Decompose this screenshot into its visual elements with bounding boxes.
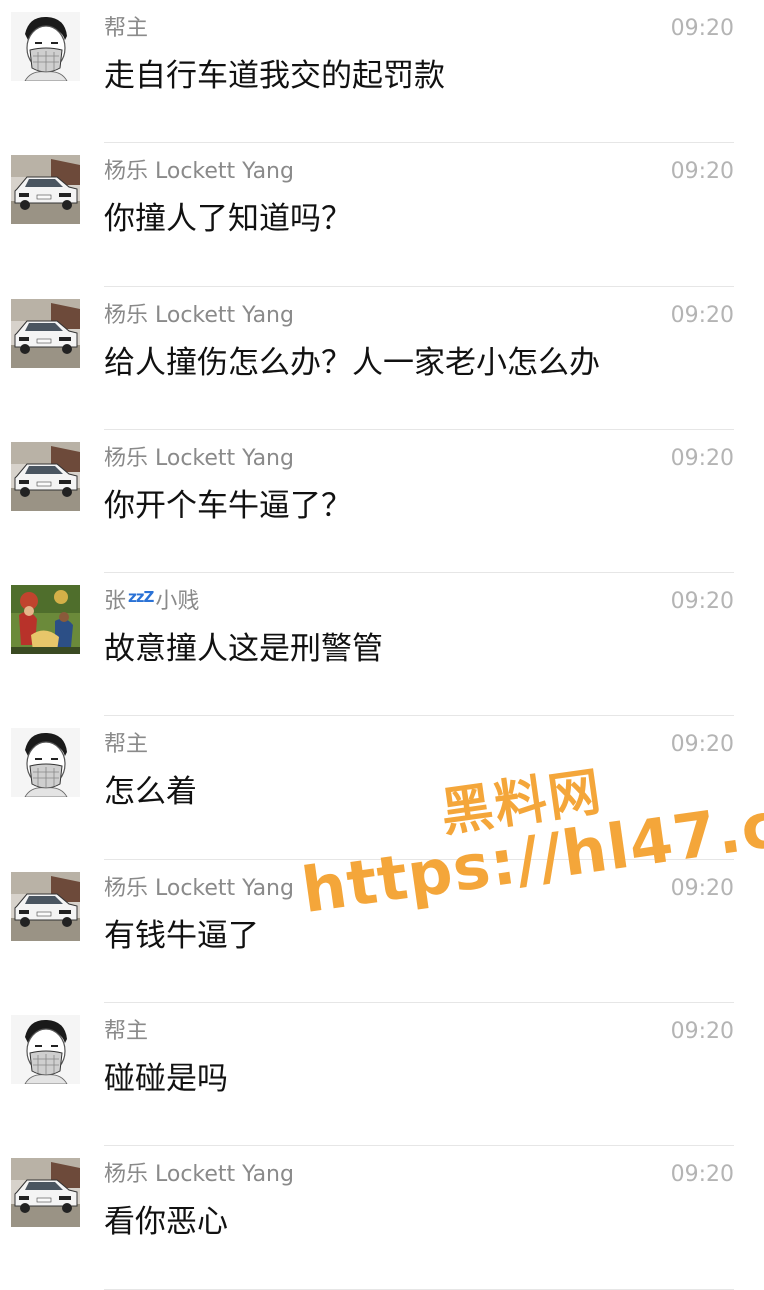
message-time: 09:20 (670, 1019, 734, 1045)
sender-name-text: 杨乐 Lockett Yang (104, 875, 294, 901)
chat-message[interactable]: 帮主 09:20 怎么着 (0, 716, 764, 860)
sender-name[interactable]: 帮主 (104, 14, 148, 44)
sender-name-text: 杨乐 Lockett Yang (104, 1162, 294, 1188)
message-text[interactable]: 有钱牛逼了 (104, 916, 259, 956)
chat-message[interactable]: 杨乐 Lockett Yang 09:20 你开个车牛逼了？ (0, 430, 764, 574)
chat-message[interactable]: 杨乐 Lockett Yang 09:20 有钱牛逼了 (0, 860, 764, 1004)
masked-man-avatar[interactable] (11, 1015, 80, 1085)
sender-name[interactable]: 帮主 (104, 730, 148, 760)
chat-message[interactable]: 张 zzZ小贱 09:20 故意撞人这是刑警管 (0, 573, 764, 717)
message-time: 09:20 (670, 16, 734, 41)
message-text[interactable]: 你撞人了知道吗？ (104, 199, 352, 239)
chat-message[interactable]: 杨乐 Lockett Yang 09:20 你撞人了知道吗？ (0, 143, 764, 287)
sender-name[interactable]: 杨乐 Lockett Yang (104, 444, 294, 474)
car-avatar[interactable] (11, 1158, 80, 1228)
sender-name-suffix: 小贱 (155, 589, 200, 615)
message-time: 09:20 (670, 445, 734, 471)
sender-name[interactable]: 杨乐 Lockett Yang (104, 1160, 294, 1190)
sender-name[interactable]: 张 zzZ小贱 (104, 587, 199, 618)
car-avatar[interactable] (11, 871, 80, 941)
sender-name-text: 帮主 (104, 16, 149, 41)
message-time: 09:20 (670, 589, 734, 615)
car-avatar[interactable] (11, 298, 80, 368)
message-text[interactable]: 看你恶心 (104, 1202, 228, 1242)
car-avatar[interactable] (11, 155, 80, 225)
message-text[interactable]: 走自行车道我交的起罚款 (104, 56, 445, 96)
message-text[interactable]: 你开个车牛逼了？ (104, 486, 352, 526)
message-text[interactable]: 怎么着 (104, 772, 197, 812)
message-time: 09:20 (670, 1162, 734, 1188)
message-text[interactable]: 给人撞伤怎么办？人一家老小怎么办 (104, 343, 600, 383)
chat-message[interactable]: 帮主 09:20 碰碰是吗 (0, 1003, 764, 1147)
sender-name-text: 杨乐 Lockett Yang (104, 159, 294, 185)
sender-name[interactable]: 杨乐 Lockett Yang (104, 874, 294, 904)
chat-message[interactable]: 帮主 09:20 走自行车道我交的起罚款 (0, 0, 764, 144)
masked-man-avatar[interactable] (11, 728, 80, 798)
sender-name-text: 帮主 (104, 732, 149, 758)
message-time: 09:20 (670, 875, 734, 901)
sleep-zzz-icon: zzZ (128, 588, 154, 607)
sender-name-text: 张 (104, 589, 127, 615)
sender-name-text: 杨乐 Lockett Yang (104, 445, 294, 471)
sender-name[interactable]: 杨乐 Lockett Yang (104, 301, 294, 331)
message-text[interactable]: 碰碰是吗 (104, 1059, 228, 1099)
sender-name-text: 杨乐 Lockett Yang (104, 302, 294, 328)
masked-man-avatar[interactable] (11, 12, 80, 81)
message-time: 09:20 (670, 159, 734, 185)
message-time: 09:20 (670, 302, 734, 328)
sender-name-text: 帮主 (104, 1019, 149, 1045)
car-avatar[interactable] (11, 441, 80, 511)
message-text[interactable]: 故意撞人这是刑警管 (104, 629, 383, 669)
sender-name[interactable]: 杨乐 Lockett Yang (104, 157, 294, 187)
chat-message-list: 帮主 09:20 走自行车道我交的起罚款杨乐 Lockett Yang 09:20 你撞… (0, 0, 764, 1290)
painting-avatar[interactable] (11, 585, 80, 655)
sender-name[interactable]: 帮主 (104, 1017, 148, 1047)
chat-message[interactable]: 杨乐 Lockett Yang 09:20 给人撞伤怎么办？人一家老小怎么办 (0, 287, 764, 430)
message-time: 09:20 (670, 732, 734, 758)
chat-message[interactable]: 杨乐 Lockett Yang 09:20 看你恶心 (0, 1146, 764, 1290)
